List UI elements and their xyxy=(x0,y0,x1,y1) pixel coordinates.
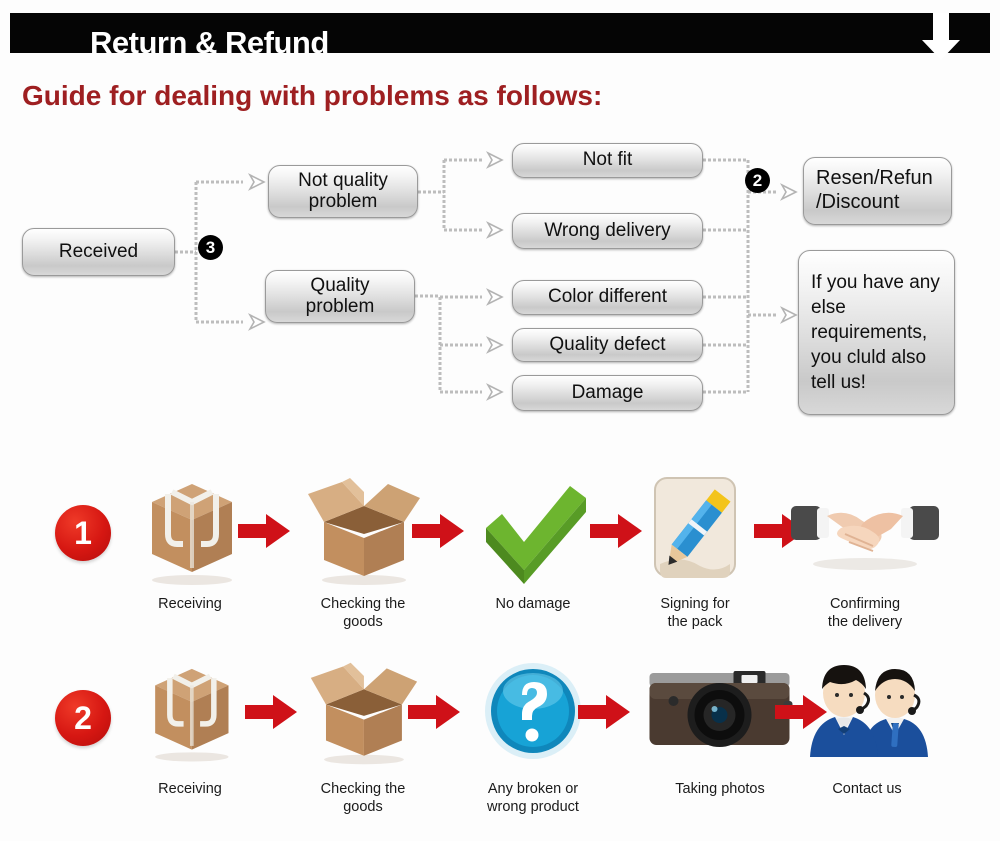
step-label: Taking photos xyxy=(675,781,765,797)
flow-box-color-different[interactable]: Color different xyxy=(512,280,703,315)
step-label: Signing for the pack xyxy=(660,596,730,631)
flow-box-resend-refund-discount[interactable]: Resen/Refun /Discount xyxy=(803,157,952,225)
step-cell-checking-1: Checking the goods xyxy=(278,470,448,631)
step-row-1: 1 Receiving Checking the goods No damage… xyxy=(0,460,1000,660)
flow-box-quality-defect[interactable]: Quality defect xyxy=(512,328,703,362)
red-right-arrow-icon xyxy=(578,695,630,729)
flow-marker-two: 2 xyxy=(745,168,770,193)
handshake-icon xyxy=(780,470,950,588)
flow-box-wrong-delivery[interactable]: Wrong delivery xyxy=(512,213,703,249)
flow-box-not-fit[interactable]: Not fit xyxy=(512,143,703,178)
flow-box-damage[interactable]: Damage xyxy=(512,375,703,411)
step-label: Contact us xyxy=(832,781,902,797)
process-steps: 1 Receiving Checking the goods No damage… xyxy=(0,440,1000,841)
problem-flowchart: Received Not quality problem Quality pro… xyxy=(0,130,1000,430)
step-cell-checking-2: Checking the goods xyxy=(278,655,448,816)
flow-box-received[interactable]: Received xyxy=(22,228,175,276)
step-label: Confirming the delivery xyxy=(827,596,903,631)
step-row-2: 2 Receiving Checking the goods Any broke… xyxy=(0,645,1000,841)
flow-box-quality-problem[interactable]: Quality problem xyxy=(265,270,415,323)
step-cell-any-broken: Any broken or wrong product xyxy=(448,655,618,816)
step-label: Receiving xyxy=(158,596,222,612)
guide-heading: Guide for dealing with problems as follo… xyxy=(22,80,603,111)
step-label: Any broken or wrong product xyxy=(487,781,579,816)
step-row-2-number: 2 xyxy=(55,690,111,746)
return-refund-banner: Return & Refund Guide for dealing with p… xyxy=(0,0,1000,841)
step-label: Receiving xyxy=(158,781,222,797)
step-label: Checking the goods xyxy=(320,596,406,631)
header-bar: Return & Refund xyxy=(10,13,990,60)
page-title: Return & Refund xyxy=(90,25,329,60)
flow-box-not-quality-problem[interactable]: Not quality problem xyxy=(268,165,418,218)
step-label: Checking the goods xyxy=(320,781,406,816)
step-cell-confirming: Confirming the delivery xyxy=(780,470,950,631)
flow-box-any-else-requirements[interactable]: If you have any else requirements, you c… xyxy=(798,250,955,415)
step-cell-signing: Signing for the pack xyxy=(610,470,780,631)
down-arrow-icon xyxy=(922,13,960,60)
flow-marker-three: 3 xyxy=(198,235,223,260)
step-row-1-number: 1 xyxy=(55,505,111,561)
support-agents-icon xyxy=(782,655,952,773)
step-cell-contact-us: Contact us xyxy=(782,655,952,798)
step-label: No damage xyxy=(495,596,571,612)
